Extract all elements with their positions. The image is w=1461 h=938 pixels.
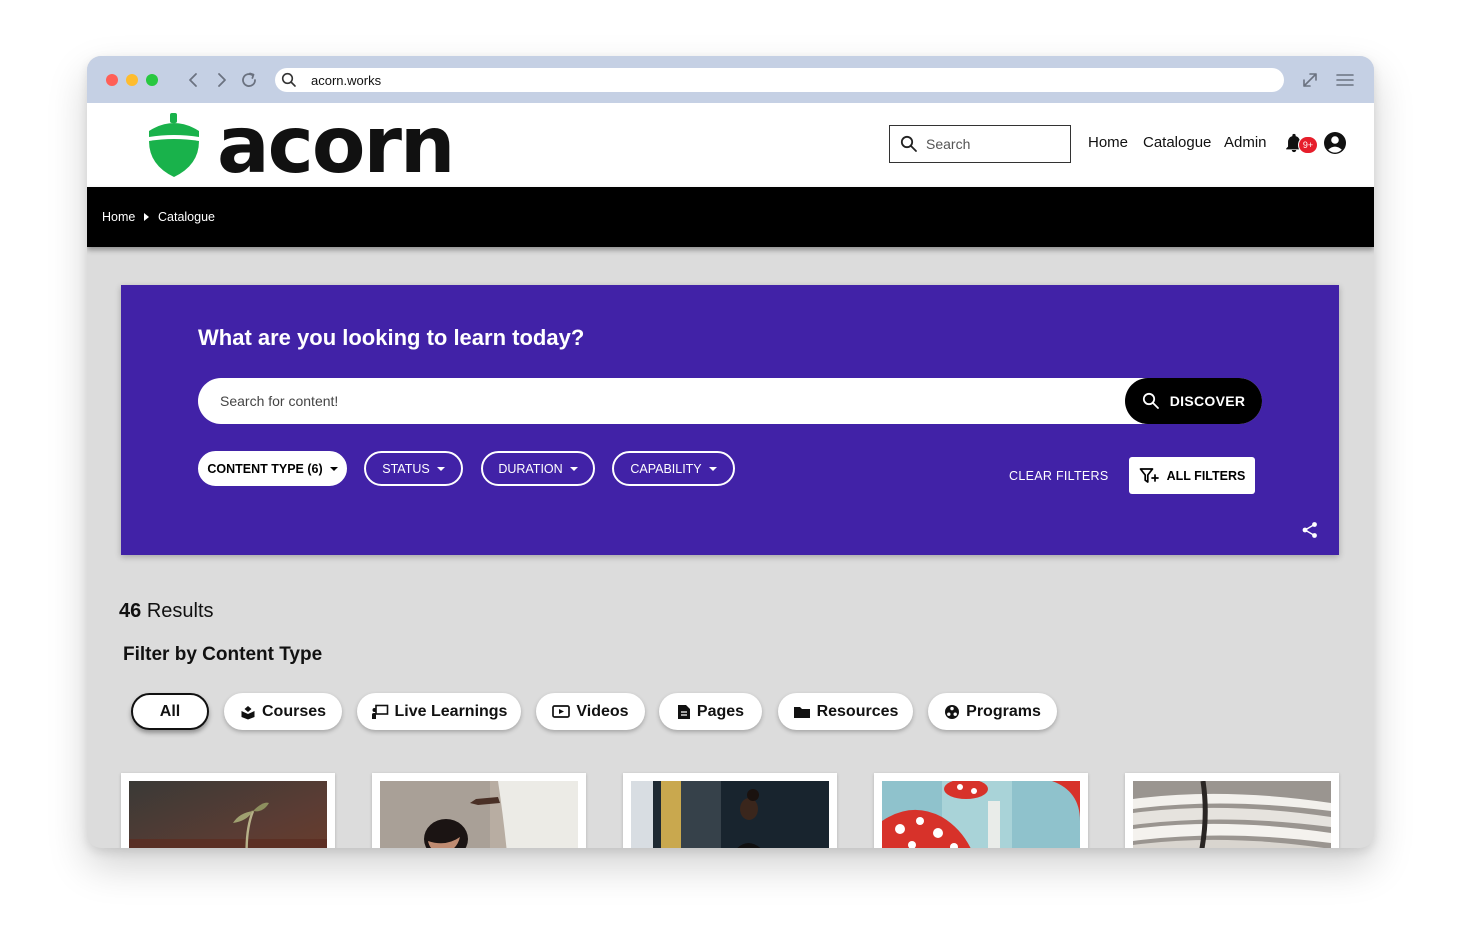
filter-status-label: STATUS xyxy=(382,461,430,476)
content-card[interactable] xyxy=(874,773,1088,848)
nav-catalogue-link[interactable]: Catalogue xyxy=(1143,134,1211,151)
type-pill-resources[interactable]: Resources xyxy=(778,693,913,730)
type-pill-programs[interactable]: Programs xyxy=(928,693,1057,730)
nav-home-link[interactable]: Home xyxy=(1088,134,1128,151)
page-icon xyxy=(677,704,690,719)
hero-title: What are you looking to learn today? xyxy=(198,325,585,350)
filter-status[interactable]: STATUS xyxy=(364,451,463,486)
url-text: acorn.works xyxy=(311,72,382,88)
window-zoom-button[interactable] xyxy=(146,74,158,86)
hero-search-panel: What are you looking to learn today? DIS… xyxy=(121,285,1339,555)
results-count: 46 Results xyxy=(119,600,214,623)
seedling-sprout-photo xyxy=(129,781,327,848)
type-pill-label: Courses xyxy=(261,702,327,720)
type-pill-pages[interactable]: Pages xyxy=(659,693,762,730)
folder-icon xyxy=(793,706,810,718)
breadcrumb-catalogue: Catalogue xyxy=(158,210,215,224)
expand-icon[interactable] xyxy=(1300,70,1320,90)
breadcrumb-separator-icon xyxy=(144,213,149,221)
type-pill-label: Pages xyxy=(696,702,745,720)
person-writing-with-helper-photo xyxy=(380,781,578,848)
courses-icon xyxy=(241,705,255,719)
breadcrumb-home[interactable]: Home xyxy=(102,210,135,224)
type-pill-courses[interactable]: Courses xyxy=(224,693,342,730)
forward-icon[interactable] xyxy=(211,70,231,90)
stacked-papers-photo xyxy=(1133,781,1331,848)
results-label: Results xyxy=(146,600,214,622)
browser-window: acorn.works acorn Home Catalogue Admin 9… xyxy=(87,56,1374,848)
filter-add-icon xyxy=(1139,467,1159,483)
reload-icon[interactable] xyxy=(239,70,259,90)
search-icon xyxy=(281,72,296,87)
results-number: 46 xyxy=(119,600,142,622)
url-bar[interactable]: acorn.works xyxy=(275,68,1284,92)
content-card[interactable] xyxy=(372,773,586,848)
all-filters-button[interactable]: ALL FILTERS xyxy=(1129,457,1255,494)
filter-capability-label: CAPABILITY xyxy=(630,461,702,476)
acorn-logo-icon xyxy=(149,113,199,177)
search-icon xyxy=(1142,392,1159,409)
type-pill-label: Resources xyxy=(816,702,899,720)
header-search-box[interactable] xyxy=(889,125,1071,163)
content-search-box[interactable] xyxy=(198,378,1262,424)
filter-content-type-label: CONTENT TYPE (6) xyxy=(207,461,323,476)
chevron-down-icon xyxy=(708,466,717,471)
menu-icon[interactable] xyxy=(1335,70,1355,90)
all-filters-label: ALL FILTERS xyxy=(1166,468,1246,483)
browser-chrome: acorn.works xyxy=(87,56,1374,103)
logo-wordmark: acorn xyxy=(217,101,455,191)
chevron-down-icon xyxy=(329,466,338,471)
type-pill-videos[interactable]: Videos xyxy=(536,693,645,730)
programs-icon xyxy=(945,704,960,719)
content-type-filter-heading: Filter by Content Type xyxy=(123,644,323,665)
type-pill-all[interactable]: All xyxy=(131,693,209,730)
filter-content-type[interactable]: CONTENT TYPE (6) xyxy=(198,451,347,486)
window-minimize-button[interactable] xyxy=(126,74,138,86)
content-card[interactable] xyxy=(1125,773,1339,848)
video-icon xyxy=(552,704,571,718)
discover-label: DISCOVER xyxy=(1169,393,1246,409)
nav-admin-link[interactable]: Admin xyxy=(1224,134,1267,151)
type-pill-live-learnings[interactable]: Live Learnings xyxy=(357,693,521,730)
type-pill-label: Videos xyxy=(576,702,629,720)
person-at-computer-photo xyxy=(631,781,829,848)
chevron-down-icon xyxy=(569,466,578,471)
filter-duration[interactable]: DURATION xyxy=(481,451,595,486)
type-pill-label: Programs xyxy=(966,702,1041,720)
back-icon[interactable] xyxy=(184,70,204,90)
breadcrumb: Home Catalogue xyxy=(87,187,1374,247)
type-pill-label: Live Learnings xyxy=(394,702,508,720)
chevron-down-icon xyxy=(436,466,445,471)
share-icon[interactable] xyxy=(1301,521,1319,539)
filter-duration-label: DURATION xyxy=(498,461,563,476)
acorn-logo[interactable]: acorn xyxy=(145,101,455,191)
red-mushrooms-photo xyxy=(882,781,1080,848)
app-header: acorn Home Catalogue Admin 9+ xyxy=(87,103,1374,187)
user-avatar-icon[interactable] xyxy=(1323,131,1347,155)
header-search-input[interactable] xyxy=(926,136,1056,152)
content-card[interactable] xyxy=(121,773,335,848)
content-card[interactable] xyxy=(623,773,837,848)
search-icon xyxy=(900,135,917,152)
content-search-input[interactable] xyxy=(220,393,1100,409)
type-pill-label: All xyxy=(159,702,181,720)
filter-capability[interactable]: CAPABILITY xyxy=(612,451,735,486)
clear-filters-link[interactable]: CLEAR FILTERS xyxy=(1009,469,1109,483)
live-learning-icon xyxy=(371,704,388,719)
notification-badge: 9+ xyxy=(1298,136,1318,154)
window-close-button[interactable] xyxy=(106,74,118,86)
discover-button[interactable]: DISCOVER xyxy=(1125,378,1262,424)
